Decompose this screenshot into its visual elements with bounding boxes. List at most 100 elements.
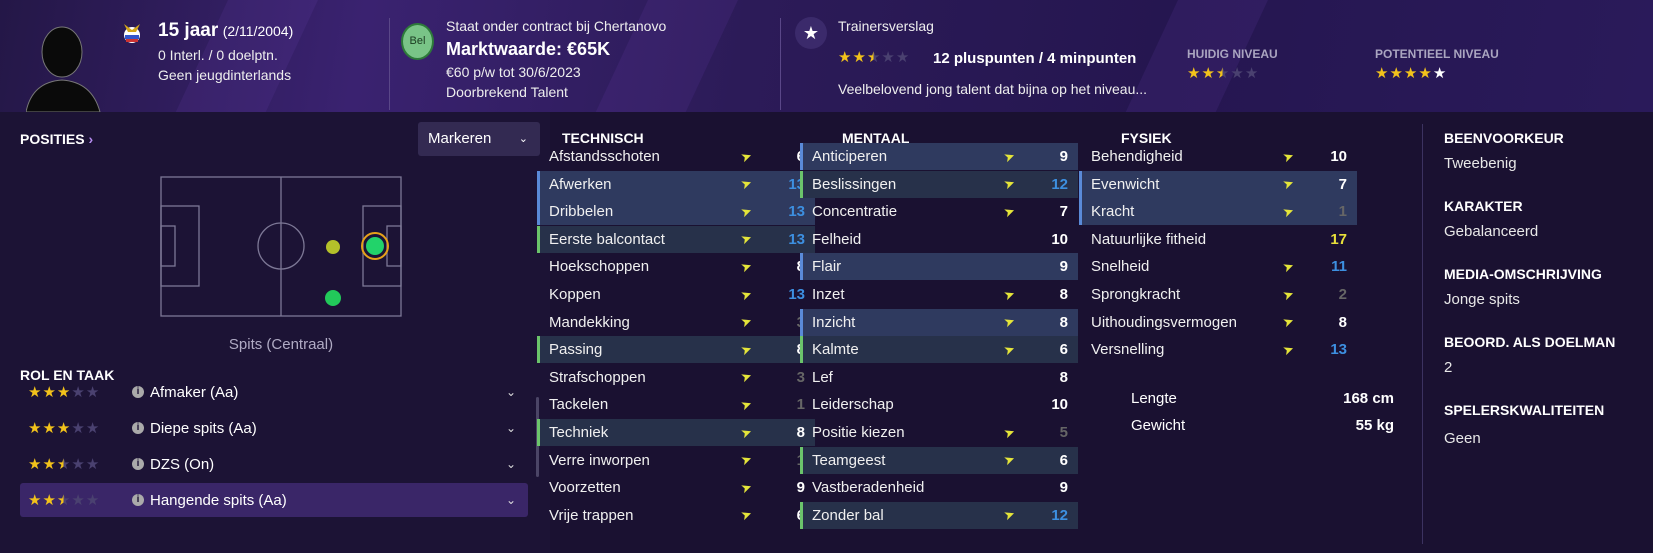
key-attribute-icon: ➤ xyxy=(738,423,754,441)
attribute-row[interactable]: Versnelling ➤ 13 xyxy=(1079,336,1357,363)
role-row[interactable]: ★ ★ ★ ★ ★ i Hangende spits (Aa) ⌄ xyxy=(20,483,528,517)
attribute-row[interactable]: Afstandsschoten➤6 xyxy=(537,143,815,170)
attribute-row[interactable]: Dribbelen ➤ 13 xyxy=(537,198,815,226)
attribute-row[interactable]: Natuurlijke fitheid 17 xyxy=(1079,226,1357,253)
divider xyxy=(389,18,390,110)
attribute-row[interactable]: Mandekking➤3 xyxy=(537,309,815,336)
attribute-row[interactable]: Inzicht ➤ 8 xyxy=(800,308,1078,336)
attribute-row[interactable]: Uithoudingsvermogen ➤ 8 xyxy=(1079,309,1357,336)
star-icon: ★ xyxy=(28,420,42,437)
attribute-row[interactable]: Techniek ➤ 8 xyxy=(537,419,815,446)
role-row[interactable]: ★ ★ ★ ★ ★ i Diepe spits (Aa) ⌄ xyxy=(20,411,528,445)
chevron-down-icon[interactable]: ⌄ xyxy=(506,421,516,435)
attribute-row[interactable]: Passing➤8 xyxy=(537,336,815,364)
attribute-value: 12 xyxy=(1051,175,1068,193)
preferred-foot-value: Tweebenig xyxy=(1444,155,1517,172)
position-dot[interactable] xyxy=(326,240,340,254)
chevron-down-icon[interactable]: ⌄ xyxy=(506,457,516,471)
role-stars: ★ ★ ★ ★ ★ xyxy=(28,455,99,473)
attribute-row[interactable]: Tackelen ➤ 1 xyxy=(537,391,815,418)
attribute-name: Koppen xyxy=(549,286,601,303)
attribute-row[interactable]: Kracht ➤ 1 xyxy=(1079,198,1357,226)
attribute-row[interactable]: Eerste balcontact ➤ 13 xyxy=(537,225,815,253)
attribute-row[interactable]: Felheid 10 xyxy=(800,226,1078,253)
key-attribute-icon: ➤ xyxy=(738,202,754,221)
attribute-row[interactable]: Behendigheid ➤ 10 xyxy=(1079,143,1357,170)
attribute-row[interactable]: Lef 8 xyxy=(800,364,1078,391)
attribute-row[interactable]: Kalmte ➤ 6 xyxy=(800,336,1078,364)
attribute-row[interactable]: Hoekschoppen➤8 xyxy=(537,253,815,280)
star-icon: ★ xyxy=(866,49,881,66)
attribute-row[interactable]: Inzet ➤ 8 xyxy=(800,281,1078,308)
star-icon: ★ xyxy=(85,456,100,473)
attribute-row[interactable]: Beslissingen ➤ 12 xyxy=(800,170,1078,198)
key-attribute-icon: ➤ xyxy=(1280,147,1296,165)
attribute-name: Zonder bal xyxy=(812,506,884,524)
attribute-row[interactable]: Leiderschap 10 xyxy=(800,391,1078,418)
star-icon: ★ xyxy=(56,384,71,401)
role-name: Afmaker (Aa) xyxy=(150,383,239,401)
attribute-row[interactable]: Snelheid ➤ 11 xyxy=(1079,253,1357,280)
attribute-name: Natuurlijke fitheid xyxy=(1091,230,1207,248)
attribute-row[interactable]: Sprongkracht ➤ 2 xyxy=(1079,281,1357,308)
attribute-value: 8 xyxy=(1059,368,1068,386)
attribute-value: 10 xyxy=(1051,230,1068,248)
player-status: Doorbrekend Talent xyxy=(446,84,568,100)
star-badge-icon: ★ xyxy=(795,17,827,49)
attributes-panel: TECHNISCH MENTAAL FYSIEK Afstandsschoten… xyxy=(537,112,1653,553)
star-icon: ★ xyxy=(838,49,852,66)
role-row[interactable]: ★ ★ ★ ★ ★ i Afmaker (Aa) ⌄ xyxy=(20,375,528,409)
key-attribute-icon: ➤ xyxy=(1001,505,1017,524)
key-attribute-icon: ➤ xyxy=(1001,147,1017,165)
star-icon: ★ xyxy=(42,456,56,473)
player-traits-label: SPELERSKWALITEITEN xyxy=(1444,402,1605,418)
role-row[interactable]: ★ ★ ★ ★ ★ i DZS (On) ⌄ xyxy=(20,447,528,481)
chevron-down-icon[interactable]: ⌄ xyxy=(506,385,516,399)
attribute-row[interactable]: Vrije trappen➤6 xyxy=(537,502,815,529)
attribute-name: Dribbelen xyxy=(549,203,614,221)
attribute-value: 10 xyxy=(1051,396,1068,414)
attribute-name: Sprongkracht xyxy=(1091,286,1181,303)
chevron-down-icon[interactable]: ⌄ xyxy=(506,493,516,507)
attribute-row[interactable]: Afwerken ➤ 13 xyxy=(537,170,815,198)
club-badge[interactable]: Bel xyxy=(401,23,434,60)
attribute-name: Strafschoppen xyxy=(549,368,646,386)
key-attribute-icon: ➤ xyxy=(1001,312,1017,331)
info-icon[interactable]: i xyxy=(132,458,144,470)
potential-ability-label: POTENTIEEL NIVEAU xyxy=(1375,47,1499,61)
position-dot-selected[interactable] xyxy=(366,237,384,255)
position-dot[interactable] xyxy=(325,290,341,306)
attribute-row[interactable]: Anticiperen ➤ 9 xyxy=(800,143,1078,170)
star-icon: ★ xyxy=(28,384,42,401)
report-points: 12 pluspunten / 4 minpunten xyxy=(933,50,1137,67)
weight-label: Gewicht xyxy=(1131,417,1186,434)
positions-title[interactable]: POSITIES › xyxy=(20,131,93,147)
attribute-name: Felheid xyxy=(812,230,862,248)
highlight-dropdown[interactable]: Markeren ⌄ xyxy=(418,122,540,156)
attribute-row[interactable]: Voorzetten ➤ 9 xyxy=(537,474,815,501)
attribute-row[interactable]: Verre inworpen➤1 xyxy=(537,447,815,474)
attribute-row[interactable]: Positie kiezen ➤ 5 xyxy=(800,419,1078,446)
caps: 0 Interl. / 0 doelptn. xyxy=(158,47,278,63)
star-icon: ★ xyxy=(71,384,85,401)
info-icon[interactable]: i xyxy=(132,422,144,434)
info-icon[interactable]: i xyxy=(132,494,144,506)
info-icon[interactable]: i xyxy=(132,386,144,398)
key-attribute-icon: ➤ xyxy=(738,340,754,359)
attribute-row[interactable]: Zonder bal ➤ 12 xyxy=(800,501,1078,529)
key-attribute-icon: ➤ xyxy=(1001,423,1017,441)
star-icon: ★ xyxy=(42,384,56,401)
star-icon: ★ xyxy=(85,384,100,401)
attribute-row[interactable]: Koppen ➤ 13 xyxy=(537,281,815,308)
report-title[interactable]: Trainersverslag xyxy=(838,18,934,34)
attribute-row[interactable]: Strafschoppen ➤ 3 xyxy=(537,364,815,391)
report-summary: Veelbelovend jong talent dat bijna op he… xyxy=(838,81,1148,97)
attribute-row[interactable]: Vastberadenheid 9 xyxy=(800,474,1078,501)
attribute-name: Uithoudingsvermogen xyxy=(1091,313,1237,331)
attribute-row[interactable]: Flair 9 xyxy=(800,253,1078,281)
attribute-row[interactable]: Evenwicht ➤ 7 xyxy=(1079,170,1357,198)
attribute-row[interactable]: Concentratie ➤ 7 xyxy=(800,198,1078,225)
attribute-row[interactable]: Teamgeest ➤ 6 xyxy=(800,446,1078,474)
star-icon: ★ xyxy=(1244,65,1259,82)
key-attribute-icon: ➤ xyxy=(738,257,754,276)
